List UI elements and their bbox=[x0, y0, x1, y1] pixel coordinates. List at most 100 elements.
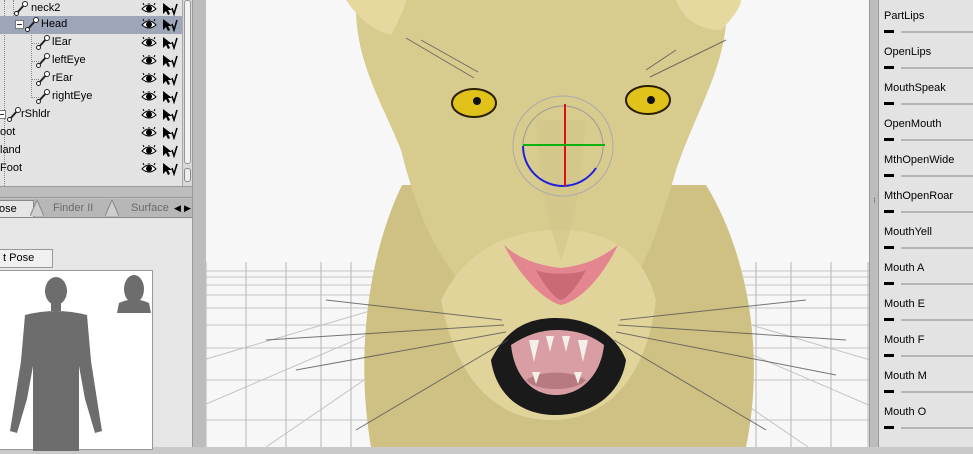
tab-finder-ii[interactable]: Finder II bbox=[53, 200, 93, 217]
tree-row-label: land bbox=[0, 144, 21, 156]
human-figure-icon[interactable] bbox=[0, 271, 154, 451]
param-mouthspeak[interactable]: MouthSpeak bbox=[879, 78, 973, 114]
param-slider-track[interactable] bbox=[901, 247, 973, 249]
tree-row-foot-partial[interactable]: oot bbox=[0, 124, 182, 142]
pose-library-pane: t Pose bbox=[0, 217, 194, 451]
visibility-eye-icon[interactable] bbox=[141, 91, 157, 102]
param-value-dial[interactable] bbox=[884, 354, 894, 357]
param-value-dial[interactable] bbox=[884, 174, 894, 177]
visibility-eye-icon[interactable] bbox=[141, 19, 157, 30]
left-panel-divider[interactable] bbox=[192, 0, 206, 447]
bone-icon bbox=[36, 35, 50, 50]
param-mouth-f[interactable]: Mouth F bbox=[879, 330, 973, 366]
left-panel: neck2 Head lEar leftEye rEar rightEye rS… bbox=[0, 0, 206, 451]
visibility-eye-icon[interactable] bbox=[141, 55, 157, 66]
selectable-arrow-icon[interactable] bbox=[162, 90, 178, 104]
param-name: Mouth E bbox=[884, 298, 925, 310]
selectable-arrow-icon[interactable] bbox=[162, 36, 178, 50]
selectable-arrow-icon[interactable] bbox=[162, 108, 178, 122]
tree-row-label: oot bbox=[0, 126, 16, 138]
bone-icon bbox=[36, 71, 50, 86]
tree-row-hand-partial[interactable]: land bbox=[0, 142, 182, 160]
visibility-eye-icon[interactable] bbox=[141, 73, 157, 84]
visibility-eye-icon[interactable] bbox=[141, 145, 157, 156]
param-value-dial[interactable] bbox=[884, 246, 894, 249]
selectable-arrow-icon[interactable] bbox=[162, 162, 178, 176]
param-name: Mouth O bbox=[884, 406, 927, 418]
param-slider-track[interactable] bbox=[901, 175, 973, 177]
param-slider-track[interactable] bbox=[901, 211, 973, 213]
visibility-eye-icon[interactable] bbox=[141, 37, 157, 48]
param-name: Mouth A bbox=[884, 262, 925, 274]
visibility-eye-icon[interactable] bbox=[141, 163, 157, 174]
tree-row-rear[interactable]: rEar bbox=[0, 70, 182, 88]
tree-row-label: Foot bbox=[0, 162, 23, 174]
param-mouth-m[interactable]: Mouth M bbox=[879, 366, 973, 402]
selectable-arrow-icon[interactable] bbox=[162, 54, 178, 68]
tree-row-foot[interactable]: Foot bbox=[0, 160, 182, 178]
tree-row-lear[interactable]: lEar bbox=[0, 34, 182, 52]
parameters-panel: PartLips OpenLips MouthSpeak OpenMouth M… bbox=[879, 0, 973, 447]
tab-pose[interactable]: ose bbox=[0, 200, 34, 217]
expand-toggle-icon[interactable] bbox=[0, 110, 6, 119]
selectable-arrow-icon[interactable] bbox=[162, 2, 178, 16]
tree-row-righteye[interactable]: rightEye bbox=[0, 88, 182, 106]
viewport-scene bbox=[206, 0, 869, 447]
param-slider-track[interactable] bbox=[901, 31, 973, 33]
visibility-eye-icon[interactable] bbox=[141, 3, 157, 14]
selectable-arrow-icon[interactable] bbox=[162, 126, 178, 140]
param-slider-track[interactable] bbox=[901, 319, 973, 321]
scrollbar-thumb[interactable] bbox=[184, 0, 191, 164]
panel-split-handle[interactable] bbox=[0, 186, 192, 198]
param-name: PartLips bbox=[884, 10, 925, 22]
param-value-dial[interactable] bbox=[884, 426, 894, 429]
selectable-arrow-icon[interactable] bbox=[162, 72, 178, 86]
tab-scroll-left-icon[interactable]: ◀ bbox=[174, 203, 181, 214]
param-slider-track[interactable] bbox=[901, 139, 973, 141]
param-value-dial[interactable] bbox=[884, 30, 894, 33]
param-slider-track[interactable] bbox=[901, 283, 973, 285]
param-mouth-o[interactable]: Mouth O bbox=[879, 402, 973, 438]
param-name: MouthYell bbox=[884, 226, 932, 238]
param-value-dial[interactable] bbox=[884, 66, 894, 69]
param-value-dial[interactable] bbox=[884, 318, 894, 321]
tree-scrollbar[interactable] bbox=[182, 0, 192, 186]
tree-row-head[interactable]: Head bbox=[0, 16, 182, 34]
tree-row-lefteye[interactable]: leftEye bbox=[0, 52, 182, 70]
param-slider-track[interactable] bbox=[901, 391, 973, 393]
tab-surface[interactable]: Surface bbox=[131, 200, 169, 217]
param-value-dial[interactable] bbox=[884, 210, 894, 213]
param-openlips[interactable]: OpenLips bbox=[879, 42, 973, 78]
tab-separator-icon bbox=[105, 199, 119, 217]
tree-row-rshldr[interactable]: rShldr bbox=[0, 106, 182, 124]
param-slider-track[interactable] bbox=[901, 103, 973, 105]
selectable-arrow-icon[interactable] bbox=[162, 144, 178, 158]
bone-icon bbox=[36, 89, 50, 104]
param-value-dial[interactable] bbox=[884, 138, 894, 141]
param-slider-track[interactable] bbox=[901, 67, 973, 69]
visibility-eye-icon[interactable] bbox=[141, 109, 157, 120]
param-name: OpenLips bbox=[884, 46, 932, 58]
selectable-arrow-icon[interactable] bbox=[162, 18, 178, 32]
param-value-dial[interactable] bbox=[884, 390, 894, 393]
reset-pose-button[interactable]: t Pose bbox=[0, 249, 53, 268]
param-mouth-a[interactable]: Mouth A bbox=[879, 258, 973, 294]
3d-viewport[interactable] bbox=[206, 0, 869, 447]
scrollbar-grip[interactable] bbox=[184, 168, 191, 182]
scene-hierarchy-tree: neck2 Head lEar leftEye rEar rightEye rS… bbox=[0, 0, 182, 186]
param-mthopenroar[interactable]: MthOpenRoar bbox=[879, 186, 973, 222]
param-partlips[interactable]: PartLips bbox=[879, 6, 973, 42]
param-value-dial[interactable] bbox=[884, 282, 894, 285]
collapse-toggle-icon[interactable] bbox=[15, 20, 24, 29]
visibility-eye-icon[interactable] bbox=[141, 127, 157, 138]
param-mouth-e[interactable]: Mouth E bbox=[879, 294, 973, 330]
param-mouthyell[interactable]: MouthYell bbox=[879, 222, 973, 258]
param-slider-track[interactable] bbox=[901, 355, 973, 357]
param-openmouth[interactable]: OpenMouth bbox=[879, 114, 973, 150]
right-panel-divider[interactable]: ⁝ bbox=[869, 0, 879, 447]
param-value-dial[interactable] bbox=[884, 102, 894, 105]
tab-scroll-right-icon[interactable]: ▶ bbox=[184, 203, 191, 214]
param-slider-track[interactable] bbox=[901, 427, 973, 429]
divider-grip-icon[interactable]: ⁝ bbox=[871, 194, 878, 208]
param-mthopenwide[interactable]: MthOpenWide bbox=[879, 150, 973, 186]
